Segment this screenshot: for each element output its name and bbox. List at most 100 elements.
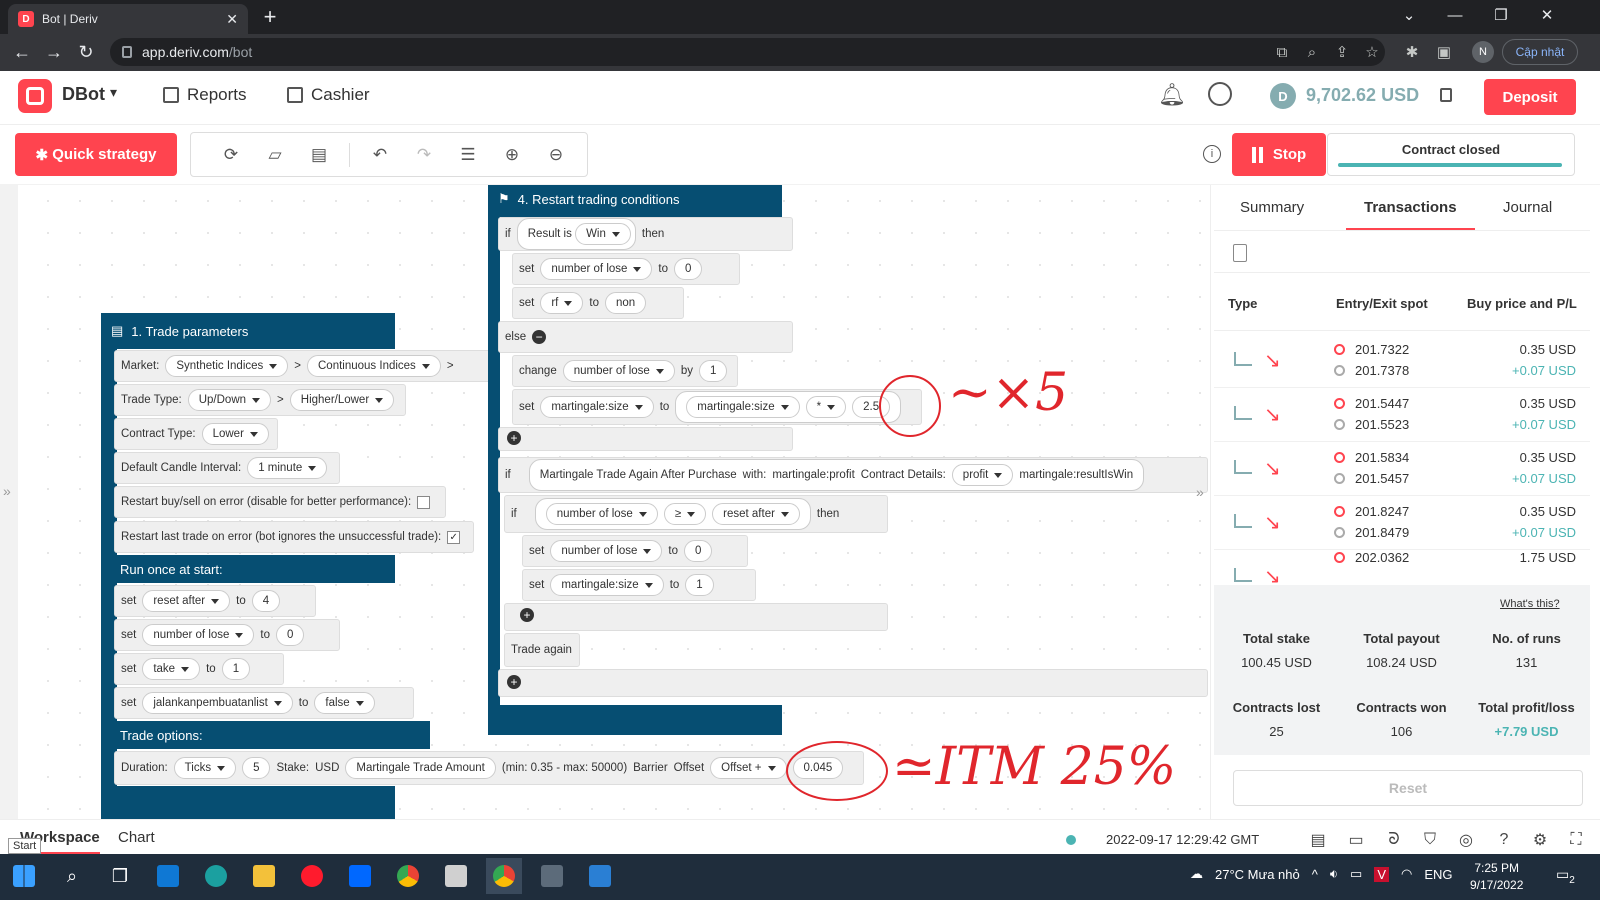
minimize-button[interactable]: — bbox=[1432, 0, 1478, 30]
account-balance[interactable]: 9,702.62 USD bbox=[1306, 85, 1419, 106]
language-indicator[interactable]: ENG bbox=[1424, 867, 1452, 882]
reset-button[interactable]: Reset bbox=[1233, 770, 1583, 806]
variable-dropdown[interactable]: jalankanpembuatanlist bbox=[142, 692, 293, 714]
trade-options-header[interactable]: Trade options: bbox=[110, 721, 430, 749]
download-icon[interactable] bbox=[1233, 244, 1247, 262]
help-icon[interactable]: ? bbox=[1494, 830, 1514, 850]
offset-dropdown[interactable]: Offset + bbox=[710, 757, 787, 779]
variable-dropdown[interactable]: reset after bbox=[712, 503, 800, 525]
weather-text[interactable]: 27°C Mưa nhỏ bbox=[1215, 867, 1300, 882]
table-row[interactable]: ↘ 201.5447 201.5523 0.35 USD +0.07 USD bbox=[1214, 388, 1590, 442]
chrome-icon[interactable] bbox=[390, 858, 426, 894]
market-row[interactable]: Market: Synthetic Indices > Continuous In… bbox=[114, 350, 494, 382]
variable-dropdown[interactable]: martingale:size bbox=[686, 396, 800, 418]
save-icon[interactable]: ▤ bbox=[297, 145, 341, 165]
add-block-icon[interactable]: + bbox=[507, 675, 521, 689]
app-name[interactable]: DBot bbox=[62, 84, 105, 105]
deposit-button[interactable]: Deposit bbox=[1484, 79, 1576, 115]
stop-bot-button[interactable]: Stop bbox=[1232, 133, 1326, 176]
settings-gear-icon[interactable]: ⚙ bbox=[1530, 830, 1550, 850]
responsible-trading-icon[interactable]: ◎ bbox=[1456, 830, 1476, 850]
variable-dropdown[interactable]: number of lose bbox=[545, 503, 658, 525]
run-once-row[interactable]: set number of lose to 0 bbox=[114, 619, 340, 651]
restart-conditions-header[interactable]: ⚑ 4. Restart trading conditions bbox=[488, 185, 782, 217]
value-input[interactable]: 1 bbox=[221, 658, 251, 680]
notifications-bell-icon[interactable]: 🔔︎ bbox=[1158, 82, 1186, 108]
volume-icon[interactable]: 🔉︎ bbox=[1330, 866, 1338, 882]
forward-icon[interactable]: → bbox=[38, 38, 70, 68]
tab-journal[interactable]: Journal bbox=[1503, 199, 1552, 216]
opera-icon[interactable] bbox=[294, 858, 330, 894]
open-folder-icon[interactable]: ▱ bbox=[253, 145, 297, 165]
undo-icon[interactable]: ↶ bbox=[358, 145, 402, 165]
notifications-icon[interactable]: ▭2 bbox=[1556, 866, 1575, 886]
zoom-in-icon[interactable]: ⊕ bbox=[490, 145, 534, 165]
reset-workspace-icon[interactable]: ⟳ bbox=[209, 145, 253, 165]
file-explorer-icon[interactable] bbox=[246, 858, 282, 894]
contract-details-dropdown[interactable]: profit bbox=[951, 464, 1014, 486]
arithmetic-block[interactable]: martingale:size * 2.5 bbox=[675, 391, 902, 423]
blockly-workspace[interactable]: ▤ 1. Trade parameters Market: Synthetic I… bbox=[0, 185, 1210, 819]
value-dropdown[interactable]: false bbox=[314, 692, 375, 714]
restart-on-error-row[interactable]: Restart buy/sell on error (disable for b… bbox=[114, 486, 446, 518]
app-icon[interactable] bbox=[438, 858, 474, 894]
value-input[interactable]: 1 bbox=[685, 574, 714, 596]
chrome-active-icon[interactable] bbox=[486, 858, 522, 894]
restart-last-trade-row[interactable]: Restart last trade on error (bot ignores… bbox=[114, 521, 474, 553]
reload-icon[interactable]: ↻ bbox=[70, 38, 102, 68]
run-once-header[interactable]: Run once at start: bbox=[110, 555, 395, 583]
submarket-dropdown[interactable]: Continuous Indices bbox=[307, 355, 441, 377]
account-icon[interactable] bbox=[1208, 82, 1232, 106]
tab-chart[interactable]: Chart bbox=[118, 829, 155, 846]
back-icon[interactable]: ← bbox=[6, 38, 38, 68]
edge-icon[interactable] bbox=[198, 858, 234, 894]
tab-search-icon[interactable]: ⌄ bbox=[1386, 0, 1432, 30]
value-input[interactable]: 0 bbox=[684, 540, 713, 562]
calculator-icon[interactable] bbox=[534, 858, 570, 894]
quick-strategy-button[interactable]: ✱ Quick strategy bbox=[15, 133, 177, 176]
table-row[interactable]: ↘ 201.5834 201.5457 0.35 USD +0.07 USD bbox=[1214, 442, 1590, 496]
stake-variable[interactable]: Martingale Trade Amount bbox=[345, 757, 496, 779]
trade-options-row[interactable]: Duration: Ticks 5 Stake: USD Martingale … bbox=[114, 751, 864, 785]
set-multiply-row[interactable]: set martingale:size to martingale:size * 2… bbox=[512, 389, 922, 425]
whats-this-link[interactable]: What's this? bbox=[1500, 598, 1560, 610]
restart-on-error-checkbox[interactable] bbox=[417, 495, 431, 509]
add-block-icon[interactable]: + bbox=[507, 431, 521, 445]
deriv-icon[interactable]: ᘐ bbox=[1384, 830, 1404, 850]
shield-icon[interactable]: ⛉ bbox=[1420, 830, 1440, 850]
restore-button[interactable]: ❐ bbox=[1478, 0, 1524, 30]
chevron-down-icon[interactable]: ▾ bbox=[110, 84, 117, 101]
chat-icon[interactable]: ▭ bbox=[1346, 830, 1366, 850]
operator-dropdown[interactable]: * bbox=[805, 396, 847, 418]
duration-input[interactable]: 5 bbox=[242, 757, 271, 779]
run-once-row[interactable]: set take to 1 bbox=[114, 653, 284, 685]
value-input[interactable]: 0 bbox=[276, 624, 305, 646]
bookmark-star-icon[interactable]: ☆ bbox=[1358, 38, 1386, 66]
candle-interval-dropdown[interactable]: 1 minute bbox=[247, 457, 328, 479]
value-input[interactable]: 4 bbox=[251, 590, 281, 612]
info-icon[interactable]: i bbox=[1203, 145, 1221, 163]
add-block-icon[interactable]: + bbox=[520, 608, 534, 622]
redo-icon[interactable]: ↷ bbox=[402, 145, 446, 165]
side-panel-icon[interactable]: ▣ bbox=[1430, 38, 1458, 66]
tab-summary[interactable]: Summary bbox=[1240, 199, 1304, 216]
store-icon[interactable] bbox=[150, 858, 186, 894]
search-icon[interactable]: ⌕ bbox=[54, 858, 90, 894]
trade-again-block[interactable]: Trade again bbox=[504, 633, 580, 667]
windows-start-icon[interactable] bbox=[6, 858, 42, 894]
result-dropdown[interactable]: Win bbox=[575, 223, 631, 245]
if-compare-row[interactable]: if number of lose ≥ reset after then bbox=[504, 495, 888, 533]
variable-dropdown[interactable]: reset after bbox=[142, 590, 231, 612]
variable-dropdown[interactable]: martingale:size bbox=[540, 396, 654, 418]
collapse-panel-icon[interactable]: » bbox=[1196, 484, 1204, 500]
fullscreen-icon[interactable]: ⛶ bbox=[1566, 830, 1586, 850]
photos-icon[interactable] bbox=[582, 858, 618, 894]
else-row[interactable]: else − bbox=[498, 321, 793, 353]
compare-block[interactable]: number of lose ≥ reset after bbox=[534, 498, 811, 530]
trade-type-row[interactable]: Trade Type: Up/Down > Higher/Lower bbox=[114, 384, 406, 416]
variable-dropdown[interactable]: number of lose bbox=[540, 258, 653, 280]
candle-interval-row[interactable]: Default Candle Interval: 1 minute bbox=[114, 452, 340, 484]
table-row[interactable]: ↘ 201.8247 201.8479 0.35 USD +0.07 USD bbox=[1214, 496, 1590, 550]
value-input[interactable]: 0 bbox=[674, 258, 703, 280]
table-row[interactable]: ↘ 201.7322 201.7378 0.35 USD +0.07 USD bbox=[1214, 334, 1590, 388]
